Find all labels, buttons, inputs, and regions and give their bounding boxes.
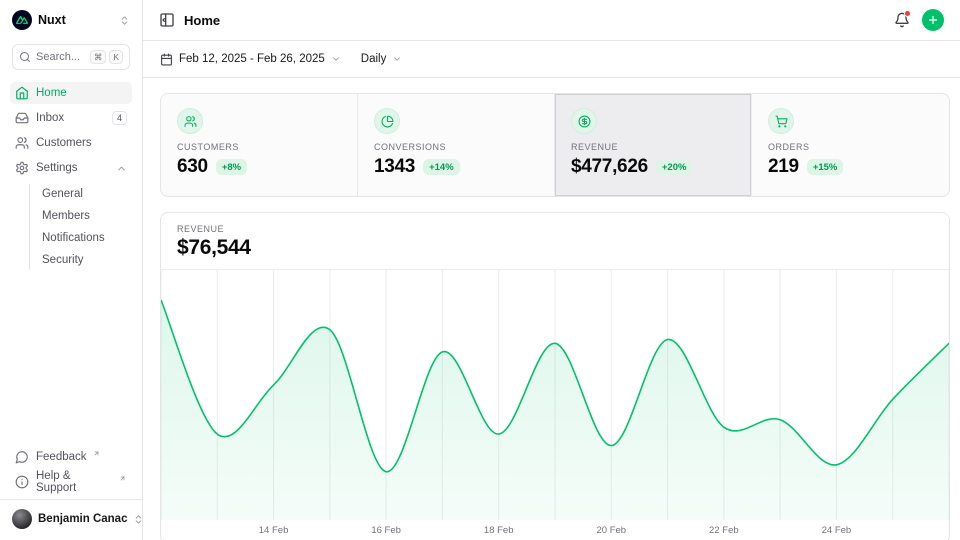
help-support-link[interactable]: Help & Support bbox=[10, 471, 132, 493]
external-link-icon bbox=[93, 450, 100, 457]
inbox-count-badge: 4 bbox=[112, 111, 127, 125]
header-actions bbox=[894, 9, 944, 31]
avatar bbox=[12, 509, 32, 529]
notification-dot bbox=[904, 10, 911, 17]
stat-delta-badge: +20% bbox=[656, 159, 693, 175]
message-circle-icon bbox=[15, 450, 29, 464]
sidebar-item-notifications[interactable]: Notifications bbox=[38, 228, 132, 248]
sidebar-item-customers[interactable]: Customers bbox=[10, 132, 132, 154]
panel-left-close-icon bbox=[159, 12, 175, 28]
users-icon bbox=[15, 136, 29, 150]
feedback-label: Feedback bbox=[36, 451, 87, 463]
sidebar-item-members[interactable]: Members bbox=[38, 206, 132, 226]
sidebar-footer: Feedback Help & Support bbox=[0, 446, 142, 499]
dashboard-app: Nuxt Search... ⌘ K Home bbox=[0, 0, 960, 540]
search-input[interactable]: Search... ⌘ K bbox=[12, 44, 130, 70]
sidebar-item-general[interactable]: General bbox=[38, 184, 132, 204]
date-range-picker[interactable]: Feb 12, 2025 - Feb 26, 2025 bbox=[160, 53, 341, 66]
workspace-name: Nuxt bbox=[38, 13, 113, 27]
sidebar-item-security[interactable]: Security bbox=[38, 250, 132, 270]
help-support-label: Help & Support bbox=[36, 470, 113, 494]
sidebar-item-label: Inbox bbox=[36, 112, 64, 124]
stat-card-conversions[interactable]: CONVERSIONS 1343 +14% bbox=[358, 94, 555, 196]
main-area: Home Feb 12, 2025 - Feb 26, 2025 bbox=[143, 0, 960, 540]
user-name: Benjamin Canac bbox=[38, 513, 127, 525]
notifications-button[interactable] bbox=[894, 12, 910, 28]
date-range-value: Feb 12, 2025 - Feb 26, 2025 bbox=[179, 53, 325, 65]
plus-icon bbox=[927, 14, 939, 26]
x-axis-tick: 14 Feb bbox=[259, 525, 289, 536]
add-button[interactable] bbox=[922, 9, 944, 31]
x-axis: 14 Feb 16 Feb 18 Feb 20 Feb 22 Feb 24 Fe… bbox=[161, 520, 949, 540]
workspace-switcher[interactable]: Nuxt bbox=[0, 0, 142, 36]
revenue-area-chart[interactable] bbox=[161, 270, 949, 520]
chart-header: REVENUE $76,544 bbox=[161, 213, 949, 270]
sidebar-item-label: Settings bbox=[36, 162, 78, 174]
info-icon bbox=[15, 475, 29, 489]
chart-pie-icon bbox=[374, 108, 400, 134]
chevrons-up-down-icon bbox=[119, 15, 130, 26]
stat-value: 1343 bbox=[374, 156, 415, 178]
stat-delta-badge: +8% bbox=[216, 159, 247, 175]
chart-canvas bbox=[161, 270, 949, 520]
users-icon bbox=[177, 108, 203, 134]
x-axis-tick: 24 Feb bbox=[822, 525, 852, 536]
stats-row: CUSTOMERS 630 +8% CONVERSIONS 1343 +14% bbox=[160, 93, 950, 197]
chevron-up-icon bbox=[116, 163, 127, 174]
sidebar-item-label: Home bbox=[36, 87, 67, 99]
x-axis-tick: 18 Feb bbox=[484, 525, 514, 536]
sidebar-item-home[interactable]: Home bbox=[10, 82, 132, 104]
calendar-icon bbox=[160, 53, 173, 66]
chevron-down-icon bbox=[331, 54, 341, 64]
page-header: Home bbox=[143, 0, 960, 41]
stat-value: $477,626 bbox=[571, 156, 648, 178]
search-shortcut: ⌘ K bbox=[90, 50, 123, 65]
chart-metric-label: REVENUE bbox=[177, 224, 933, 234]
sidebar-nav: Home Inbox 4 Customers Settings bbox=[0, 80, 142, 270]
stat-card-revenue[interactable]: REVENUE $477,626 +20% bbox=[555, 94, 752, 196]
sidebar-spacer bbox=[0, 270, 142, 446]
chevron-down-icon bbox=[392, 54, 402, 64]
sidebar: Nuxt Search... ⌘ K Home bbox=[0, 0, 143, 540]
stat-card-customers[interactable]: CUSTOMERS 630 +8% bbox=[161, 94, 358, 196]
stat-label: ORDERS bbox=[768, 142, 933, 152]
kbd-k: K bbox=[109, 50, 123, 65]
stat-label: CUSTOMERS bbox=[177, 142, 341, 152]
x-axis-tick: 20 Feb bbox=[596, 525, 626, 536]
settings-submenu: General Members Notifications Security bbox=[29, 184, 132, 270]
stat-value: 630 bbox=[177, 156, 208, 178]
x-axis-tick: 16 Feb bbox=[371, 525, 401, 536]
user-section: Benjamin Canac bbox=[0, 499, 142, 540]
revenue-chart-card: REVENUE $76,544 14 Feb 16 Feb 18 Feb 20 … bbox=[160, 212, 950, 540]
granularity-select[interactable]: Daily bbox=[361, 53, 403, 65]
stat-label: CONVERSIONS bbox=[374, 142, 538, 152]
feedback-link[interactable]: Feedback bbox=[10, 446, 132, 468]
chart-metric-value: $76,544 bbox=[177, 236, 933, 260]
stat-value: 219 bbox=[768, 156, 799, 178]
inbox-icon bbox=[15, 111, 29, 125]
granularity-value: Daily bbox=[361, 53, 387, 65]
stat-card-orders[interactable]: ORDERS 219 +15% bbox=[752, 94, 949, 196]
sidebar-item-label: Customers bbox=[36, 137, 92, 149]
home-icon bbox=[15, 86, 29, 100]
stat-delta-badge: +14% bbox=[423, 159, 460, 175]
user-menu[interactable]: Benjamin Canac bbox=[8, 507, 134, 531]
search-icon bbox=[19, 51, 31, 63]
shopping-cart-icon bbox=[768, 108, 794, 134]
sidebar-item-inbox[interactable]: Inbox 4 bbox=[10, 107, 132, 129]
page-content: CUSTOMERS 630 +8% CONVERSIONS 1343 +14% bbox=[143, 78, 960, 540]
stat-delta-badge: +15% bbox=[807, 159, 844, 175]
sidebar-item-settings[interactable]: Settings bbox=[10, 157, 132, 179]
kbd-cmd: ⌘ bbox=[90, 50, 107, 65]
search-placeholder: Search... bbox=[36, 51, 80, 63]
page-title: Home bbox=[184, 13, 220, 28]
filters-toolbar: Feb 12, 2025 - Feb 26, 2025 Daily bbox=[143, 41, 960, 78]
external-link-icon bbox=[119, 475, 126, 482]
gear-icon bbox=[15, 161, 29, 175]
x-axis-tick: 22 Feb bbox=[709, 525, 739, 536]
nuxt-logo-icon bbox=[12, 10, 32, 30]
stat-label: REVENUE bbox=[571, 142, 735, 152]
sidebar-collapse-button[interactable] bbox=[159, 12, 175, 28]
dollar-circle-icon bbox=[571, 108, 597, 134]
